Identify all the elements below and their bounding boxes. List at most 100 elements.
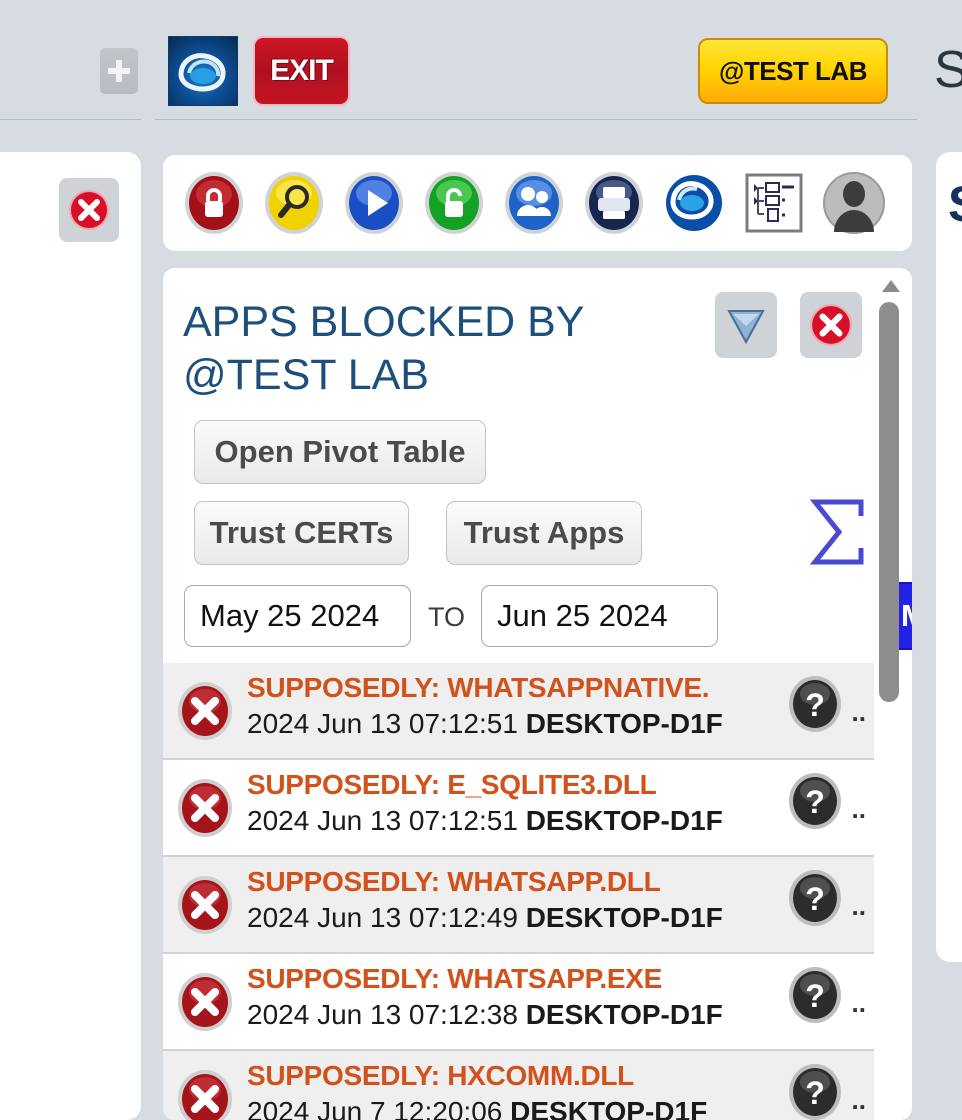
trust-apps-button[interactable]: Trust Apps [446,501,642,565]
svg-text:?: ? [805,881,825,917]
left-side-panel [0,152,141,1120]
edge-letter: S [934,41,962,99]
right-side-panel [936,152,962,962]
row-text: SUPPOSEDLY: WHATSAPP.EXE 2024 Jun 13 07:… [247,961,874,1043]
help-button[interactable]: ? [784,964,846,1026]
app-logo[interactable] [168,36,238,106]
panel-close-button[interactable] [800,292,862,358]
row-timestamp: 2024 Jun 13 07:12:51 [247,804,518,836]
sum-button[interactable] [803,496,873,568]
row-timestamp: 2024 Jun 7 12:20:06 [247,1095,503,1120]
svg-text:?: ? [805,978,825,1014]
page-title: APPS BLOCKED BY @TEST LAB [183,298,584,399]
date-to-input[interactable]: Jun 25 2024 [481,585,718,647]
blocked-x-icon [163,772,247,844]
row-timestamp: 2024 Jun 13 07:12:51 [247,707,518,739]
panel-scrollbar[interactable] [876,276,904,966]
row-host: DESKTOP-D1F [525,804,723,836]
blue-users-icon[interactable] [497,166,571,240]
close-x-icon [810,304,852,346]
table-row[interactable]: SUPPOSEDLY: WHATSAPPNATIVE. 2024 Jun 13 … [163,663,874,760]
lab-badge-label: @TEST LAB [719,55,867,86]
blocked-apps-list: SUPPOSEDLY: WHATSAPPNATIVE. 2024 Jun 13 … [163,663,874,1120]
table-row[interactable]: SUPPOSEDLY: E_SQLITE3.DLL 2024 Jun 13 07… [163,760,874,857]
trust-apps-label: Trust Apps [463,515,625,550]
blue-printer-icon[interactable] [577,166,651,240]
row-subtitle: 2024 Jun 13 07:12:51 DESKTOP-D1F [247,708,723,740]
row-overflow-ellipsis: .. [851,988,866,1018]
svg-text:?: ? [805,1075,825,1111]
trust-certs-button[interactable]: Trust CERTs [194,501,409,565]
exit-button-label: EXIT [270,54,334,87]
red-lock-icon[interactable] [177,166,251,240]
lab-badge[interactable]: @TEST LAB [698,38,888,104]
date-from-value: May 25 2024 [200,598,380,633]
blocked-x-icon [163,869,247,941]
toolbar-divider-right [155,119,917,120]
yellow-magnifier-icon[interactable] [257,166,331,240]
table-row[interactable]: SUPPOSEDLY: WHATSAPP.DLL 2024 Jun 13 07:… [163,857,874,954]
row-title: SUPPOSEDLY: WHATSAPPNATIVE. [247,671,710,703]
blocked-x-icon [163,1063,247,1120]
blocked-x-icon [163,966,247,1038]
blocked-x-icon [163,675,247,747]
row-host: DESKTOP-D1F [525,707,723,739]
help-button[interactable]: ? [784,770,846,832]
row-overflow-ellipsis: .. [851,794,866,824]
row-overflow-ellipsis: .. [851,891,866,921]
question-mark-icon: ? [789,870,841,926]
tree-diagram-icon[interactable] [737,166,811,240]
close-x-icon [69,190,109,230]
table-row[interactable]: SUPPOSEDLY: HXCOMM.DLL 2024 Jun 7 12:20:… [163,1051,874,1120]
scrollbar-thumb[interactable] [879,302,899,702]
filter-button[interactable] [715,292,777,358]
question-mark-icon: ? [789,676,841,732]
help-button[interactable]: ? [784,673,846,735]
trust-certs-label: Trust CERTs [209,515,394,550]
row-host: DESKTOP-D1F [525,998,723,1030]
add-button[interactable] [100,48,138,94]
row-subtitle: 2024 Jun 13 07:12:51 DESKTOP-D1F [247,805,723,837]
avatar-icon[interactable] [817,166,891,240]
row-timestamp: 2024 Jun 13 07:12:38 [247,998,518,1030]
row-subtitle: 2024 Jun 13 07:12:38 DESKTOP-D1F [247,999,723,1031]
scroll-up-arrow-icon[interactable] [882,280,900,292]
row-title: SUPPOSEDLY: HXCOMM.DLL [247,1059,634,1091]
exit-button[interactable]: EXIT [253,36,350,106]
apps-blocked-panel: APPS BLOCKED BY @TEST LAB Open Pivot Tab… [163,268,912,1120]
table-row[interactable]: SUPPOSEDLY: WHATSAPP.EXE 2024 Jun 13 07:… [163,954,874,1051]
row-text: SUPPOSEDLY: WHATSAPPNATIVE. 2024 Jun 13 … [247,670,874,752]
green-lock-icon[interactable] [417,166,491,240]
question-mark-icon: ? [789,1064,841,1120]
toolbar-divider-left [0,119,141,120]
row-overflow-ellipsis: .. [851,1085,866,1115]
row-host: DESKTOP-D1F [525,901,723,933]
date-to-value: Jun 25 2024 [497,598,668,633]
plus-icon [107,59,131,83]
row-text: SUPPOSEDLY: WHATSAPP.DLL 2024 Jun 13 07:… [247,864,874,946]
row-overflow-ellipsis: .. [851,697,866,727]
funnel-filter-icon [727,310,765,345]
cloud-swirl-logo-icon [178,53,226,92]
help-button[interactable]: ? [784,867,846,929]
help-button[interactable]: ? [784,1061,846,1120]
svg-text:?: ? [805,687,825,723]
blue-play-icon[interactable] [337,166,411,240]
blue-cloud-swirl-icon[interactable] [657,166,731,240]
date-from-input[interactable]: May 25 2024 [184,585,411,647]
sigma-sum-icon [809,499,864,565]
icon-toolbar [163,155,912,251]
right-panel-letter: S [948,175,962,233]
open-pivot-table-button[interactable]: Open Pivot Table [194,420,486,484]
svg-text:?: ? [805,784,825,820]
open-pivot-table-label: Open Pivot Table [214,434,466,469]
row-title: SUPPOSEDLY: WHATSAPP.EXE [247,962,662,994]
row-host: DESKTOP-D1F [510,1095,708,1120]
row-title: SUPPOSEDLY: WHATSAPP.DLL [247,865,661,897]
question-mark-icon: ? [789,773,841,829]
left-panel-close-button[interactable] [59,178,119,242]
row-text: SUPPOSEDLY: HXCOMM.DLL 2024 Jun 7 12:20:… [247,1058,874,1120]
row-subtitle: 2024 Jun 7 12:20:06 DESKTOP-D1F [247,1096,707,1120]
date-range-separator: TO [428,602,466,632]
top-toolbar: EXIT @TEST LAB S [0,0,962,120]
